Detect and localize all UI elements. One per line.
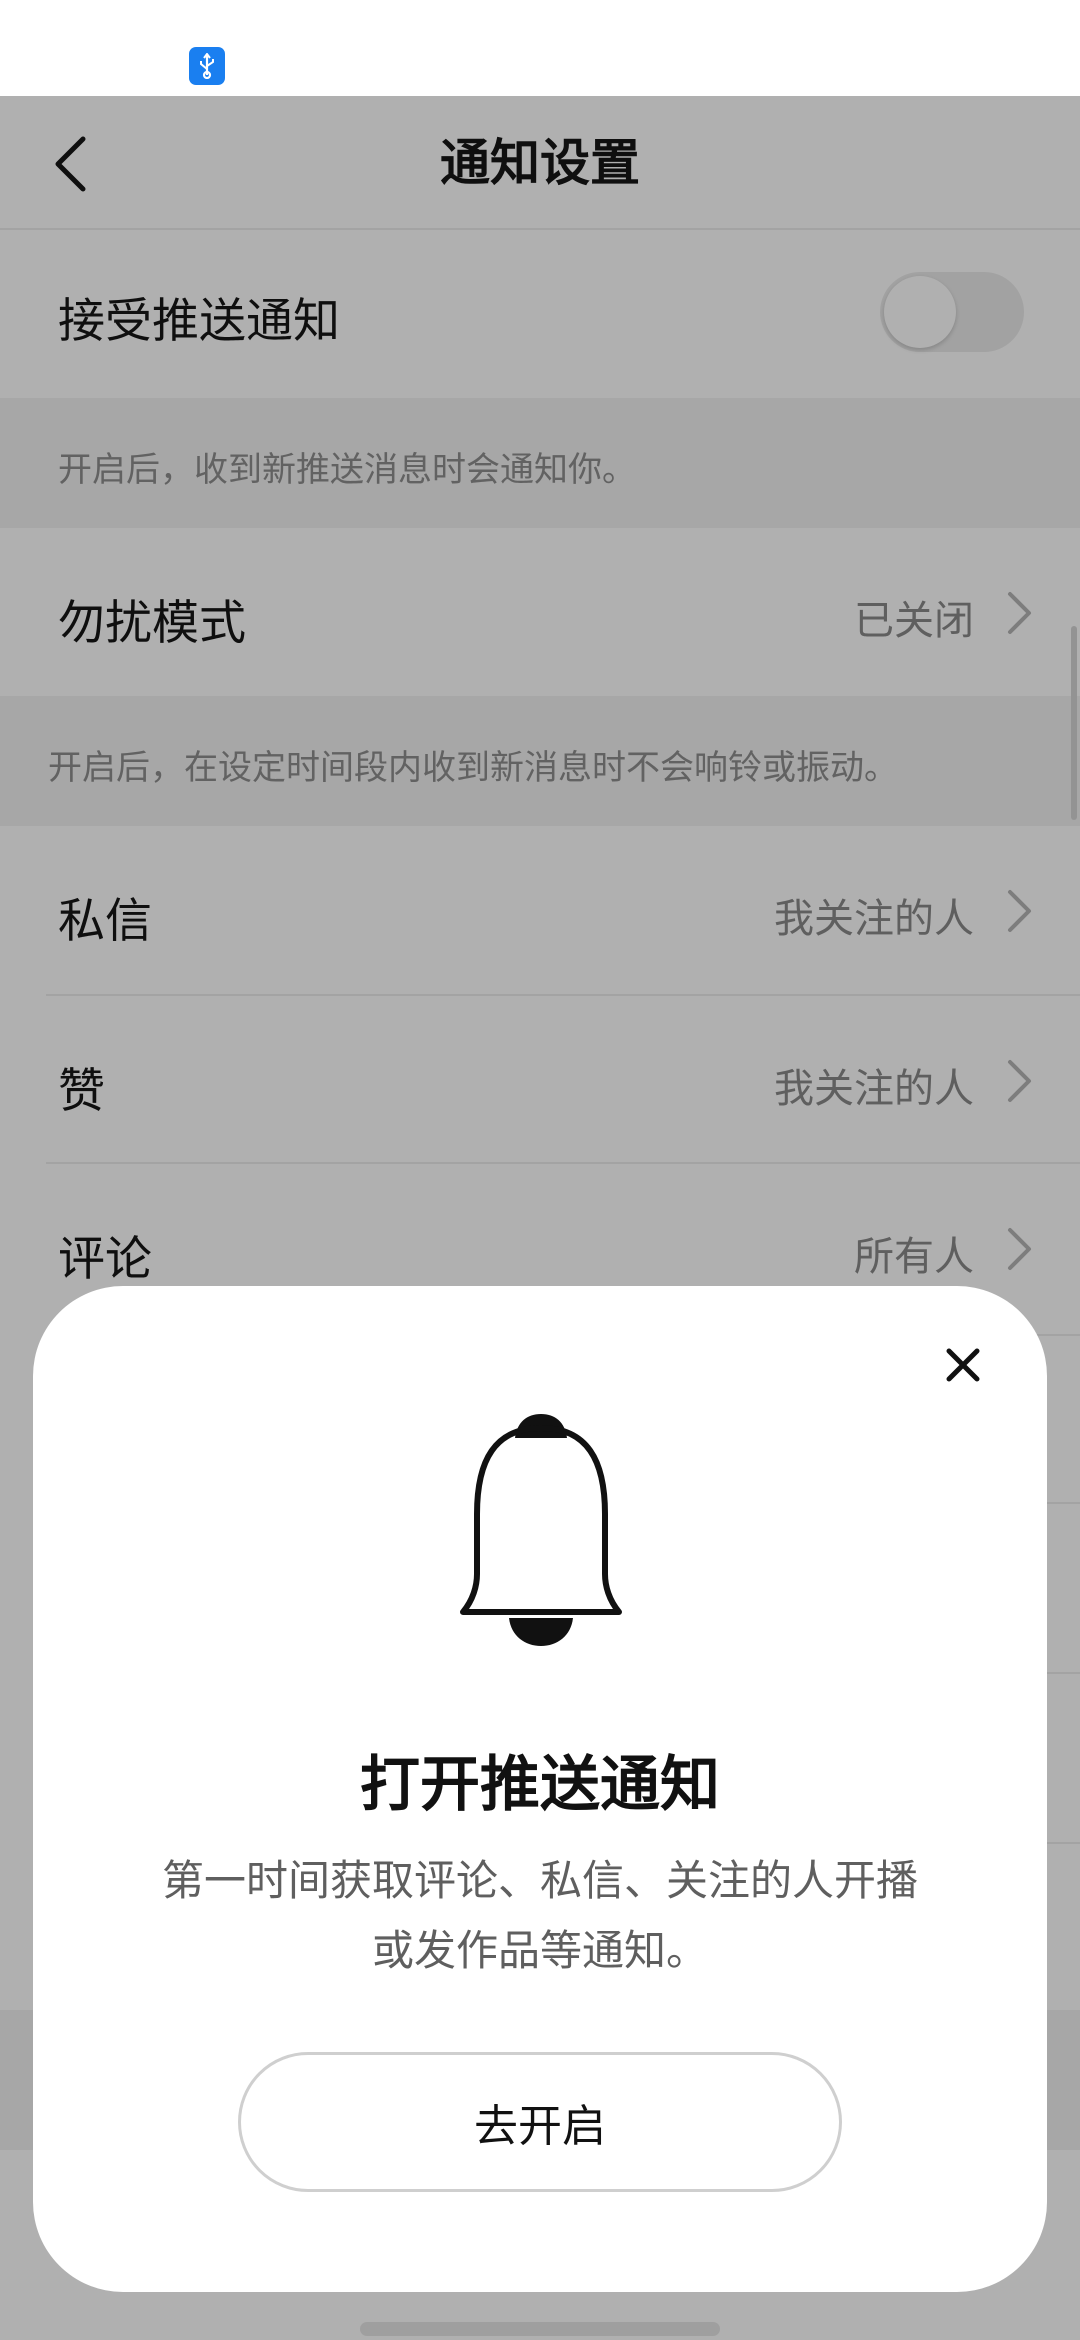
close-icon bbox=[945, 1347, 981, 1387]
notification-settings-screen: 通知设置 接受推送通知 开启后，收到新推送消息时会通知你。 勿扰模式 已关闭 开… bbox=[0, 0, 1080, 2340]
popup-title: 打开推送通知 bbox=[360, 1750, 720, 1820]
usb-icon bbox=[189, 47, 225, 85]
push-permission-popup: 打开推送通知 第一时间获取评论、私信、关注的人开播 或发作品等通知。 去开启 bbox=[33, 1286, 1047, 2292]
popup-description-line: 或发作品等通知。 bbox=[371, 1926, 708, 1975]
popup-description-line: 第一时间获取评论、私信、关注的人开播 bbox=[161, 1856, 918, 1905]
close-button[interactable] bbox=[928, 1332, 998, 1402]
popup-description: 第一时间获取评论、私信、关注的人开播 或发作品等通知。 bbox=[123, 1846, 957, 1986]
bell-icon bbox=[443, 1404, 639, 1648]
enable-button[interactable]: 去开启 bbox=[238, 2052, 842, 2192]
status-bar bbox=[0, 0, 1080, 96]
